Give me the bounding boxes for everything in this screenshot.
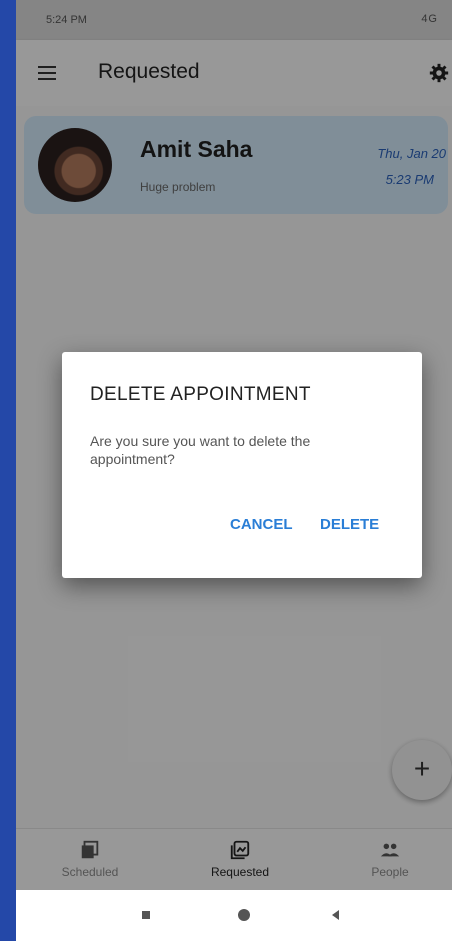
- delete-button[interactable]: DELETE: [320, 516, 379, 533]
- home-icon[interactable]: [238, 909, 250, 921]
- delete-appointment-dialog: DELETE APPOINTMENT Are you sure you want…: [62, 352, 422, 578]
- cancel-button[interactable]: CANCEL: [230, 516, 293, 533]
- phone-screen: 5:24 PM 4G Requested Amit Saha Huge prob…: [16, 0, 452, 941]
- dialog-title: DELETE APPOINTMENT: [90, 384, 311, 405]
- system-navigation-bar: [16, 890, 452, 941]
- back-icon[interactable]: [332, 910, 339, 920]
- dialog-message: Are you sure you want to delete the appo…: [90, 433, 311, 467]
- recent-apps-icon[interactable]: [142, 911, 150, 919]
